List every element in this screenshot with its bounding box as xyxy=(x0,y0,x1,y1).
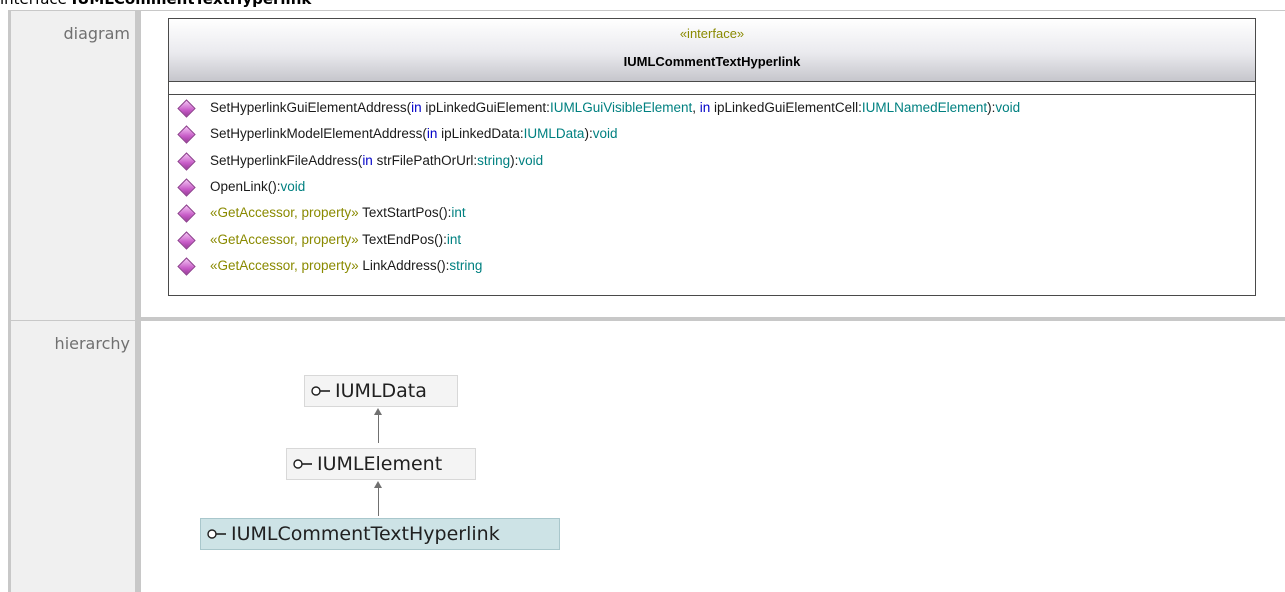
operation-signature: «GetAccessor, property» LinkAddress():st… xyxy=(210,256,482,276)
operation-diamond-icon xyxy=(177,99,196,118)
inheritance-arrow-line xyxy=(378,486,379,516)
signature-text: ipLinkedGuiElementCell: xyxy=(710,100,862,115)
interface-lollipop-icon xyxy=(293,459,312,469)
type-name: void xyxy=(518,153,544,168)
hierarchy-node-label: IUMLData xyxy=(335,380,427,402)
hierarchy-node-iumlelement[interactable]: IUMLElement xyxy=(286,448,476,480)
diagram-label: diagram xyxy=(63,24,130,43)
signature-text: , xyxy=(692,100,700,115)
page-title-prefix: interface xyxy=(0,0,72,8)
hierarchy-node-current[interactable]: IUMLCommentTextHyperlink xyxy=(200,518,560,550)
hierarchy-label-cell: hierarchy xyxy=(8,320,138,592)
operation-diamond-icon xyxy=(177,152,196,171)
operation-signature: «GetAccessor, property» TextStartPos():i… xyxy=(210,203,466,223)
type-name: void xyxy=(995,100,1021,115)
signature-text: strFilePathOrUrl: xyxy=(372,153,478,168)
hierarchy-label: hierarchy xyxy=(54,334,130,353)
page-title: interface IUMLCommentTextHyperlink xyxy=(0,0,312,8)
operation-stereotype: «GetAccessor, property» xyxy=(210,232,359,247)
type-name: IUMLNamedElement xyxy=(861,100,988,115)
inheritance-arrow-head-icon xyxy=(374,481,382,488)
operation-name: SetHyperlinkFileAddress( xyxy=(210,153,363,168)
operation-diamond-icon xyxy=(177,231,196,250)
operation-signature: «GetAccessor, property» TextEndPos():int xyxy=(210,230,461,250)
type-name: int xyxy=(451,205,466,220)
diagram-label-cell: diagram xyxy=(8,10,138,320)
type-name: int xyxy=(446,232,462,247)
hierarchy-node-label: IUMLElement xyxy=(317,453,443,475)
class-name: IUMLCommentTextHyperlink xyxy=(623,54,801,69)
operation-signature: SetHyperlinkGuiElementAddress(in ipLinke… xyxy=(210,98,1020,118)
operation-name: SetHyperlinkGuiElementAddress( xyxy=(210,100,412,115)
type-name: string xyxy=(477,153,511,168)
operation-diamond-icon xyxy=(177,257,196,276)
param-direction: in xyxy=(426,126,438,141)
class-stereotype: «interface» xyxy=(679,26,745,41)
page-title-name: IUMLCommentTextHyperlink xyxy=(72,0,312,8)
inheritance-arrow-line xyxy=(378,413,379,443)
interface-lollipop-icon xyxy=(311,386,330,396)
signature-text: ipLinkedGuiElement: xyxy=(421,100,550,115)
hierarchy-node-label: IUMLCommentTextHyperlink xyxy=(231,523,500,545)
type-name: void xyxy=(280,179,306,194)
operation-name: OpenLink(): xyxy=(210,179,281,194)
signature-text: ipLinkedData: xyxy=(437,126,524,141)
signature-text: LinkAddress(): xyxy=(358,258,450,273)
param-direction: in xyxy=(699,100,711,115)
uml-class-header: «interface» IUMLCommentTextHyperlink xyxy=(169,19,1255,82)
type-name: string xyxy=(449,258,483,273)
operation-diamond-icon xyxy=(177,178,196,197)
operation-signature: OpenLink():void xyxy=(210,177,305,197)
type-name: IUMLGuiVisibleElement xyxy=(549,100,693,115)
signature-text: TextEndPos(): xyxy=(358,232,447,247)
operation-diamond-icon xyxy=(177,125,196,144)
param-direction: in xyxy=(362,153,373,168)
hierarchy-row: hierarchy xyxy=(0,320,1285,592)
inheritance-arrow-head-icon xyxy=(374,408,382,415)
interface-lollipop-icon xyxy=(207,529,226,539)
operation-name: SetHyperlinkModelElementAddress( xyxy=(210,126,427,141)
operation-diamond-icon xyxy=(177,204,196,223)
operation-signature: SetHyperlinkModelElementAddress(in ipLin… xyxy=(210,124,617,144)
operation-compartment: SetHyperlinkGuiElementAddress(in ipLinke… xyxy=(169,95,1255,295)
operation-signature: SetHyperlinkFileAddress(in strFilePathOr… xyxy=(210,151,543,171)
type-name: void xyxy=(592,126,618,141)
operation-stereotype: «GetAccessor, property» xyxy=(210,258,359,273)
type-name: IUMLData xyxy=(523,126,585,141)
hierarchy-node-iumldata[interactable]: IUMLData xyxy=(304,375,458,407)
signature-text: ): xyxy=(584,126,593,141)
param-direction: in xyxy=(411,100,422,115)
uml-class-box[interactable]: «interface» IUMLCommentTextHyperlink Set… xyxy=(168,18,1256,296)
signature-text: TextStartPos(): xyxy=(358,205,452,220)
attribute-compartment xyxy=(169,82,1255,95)
operation-stereotype: «GetAccessor, property» xyxy=(210,205,359,220)
